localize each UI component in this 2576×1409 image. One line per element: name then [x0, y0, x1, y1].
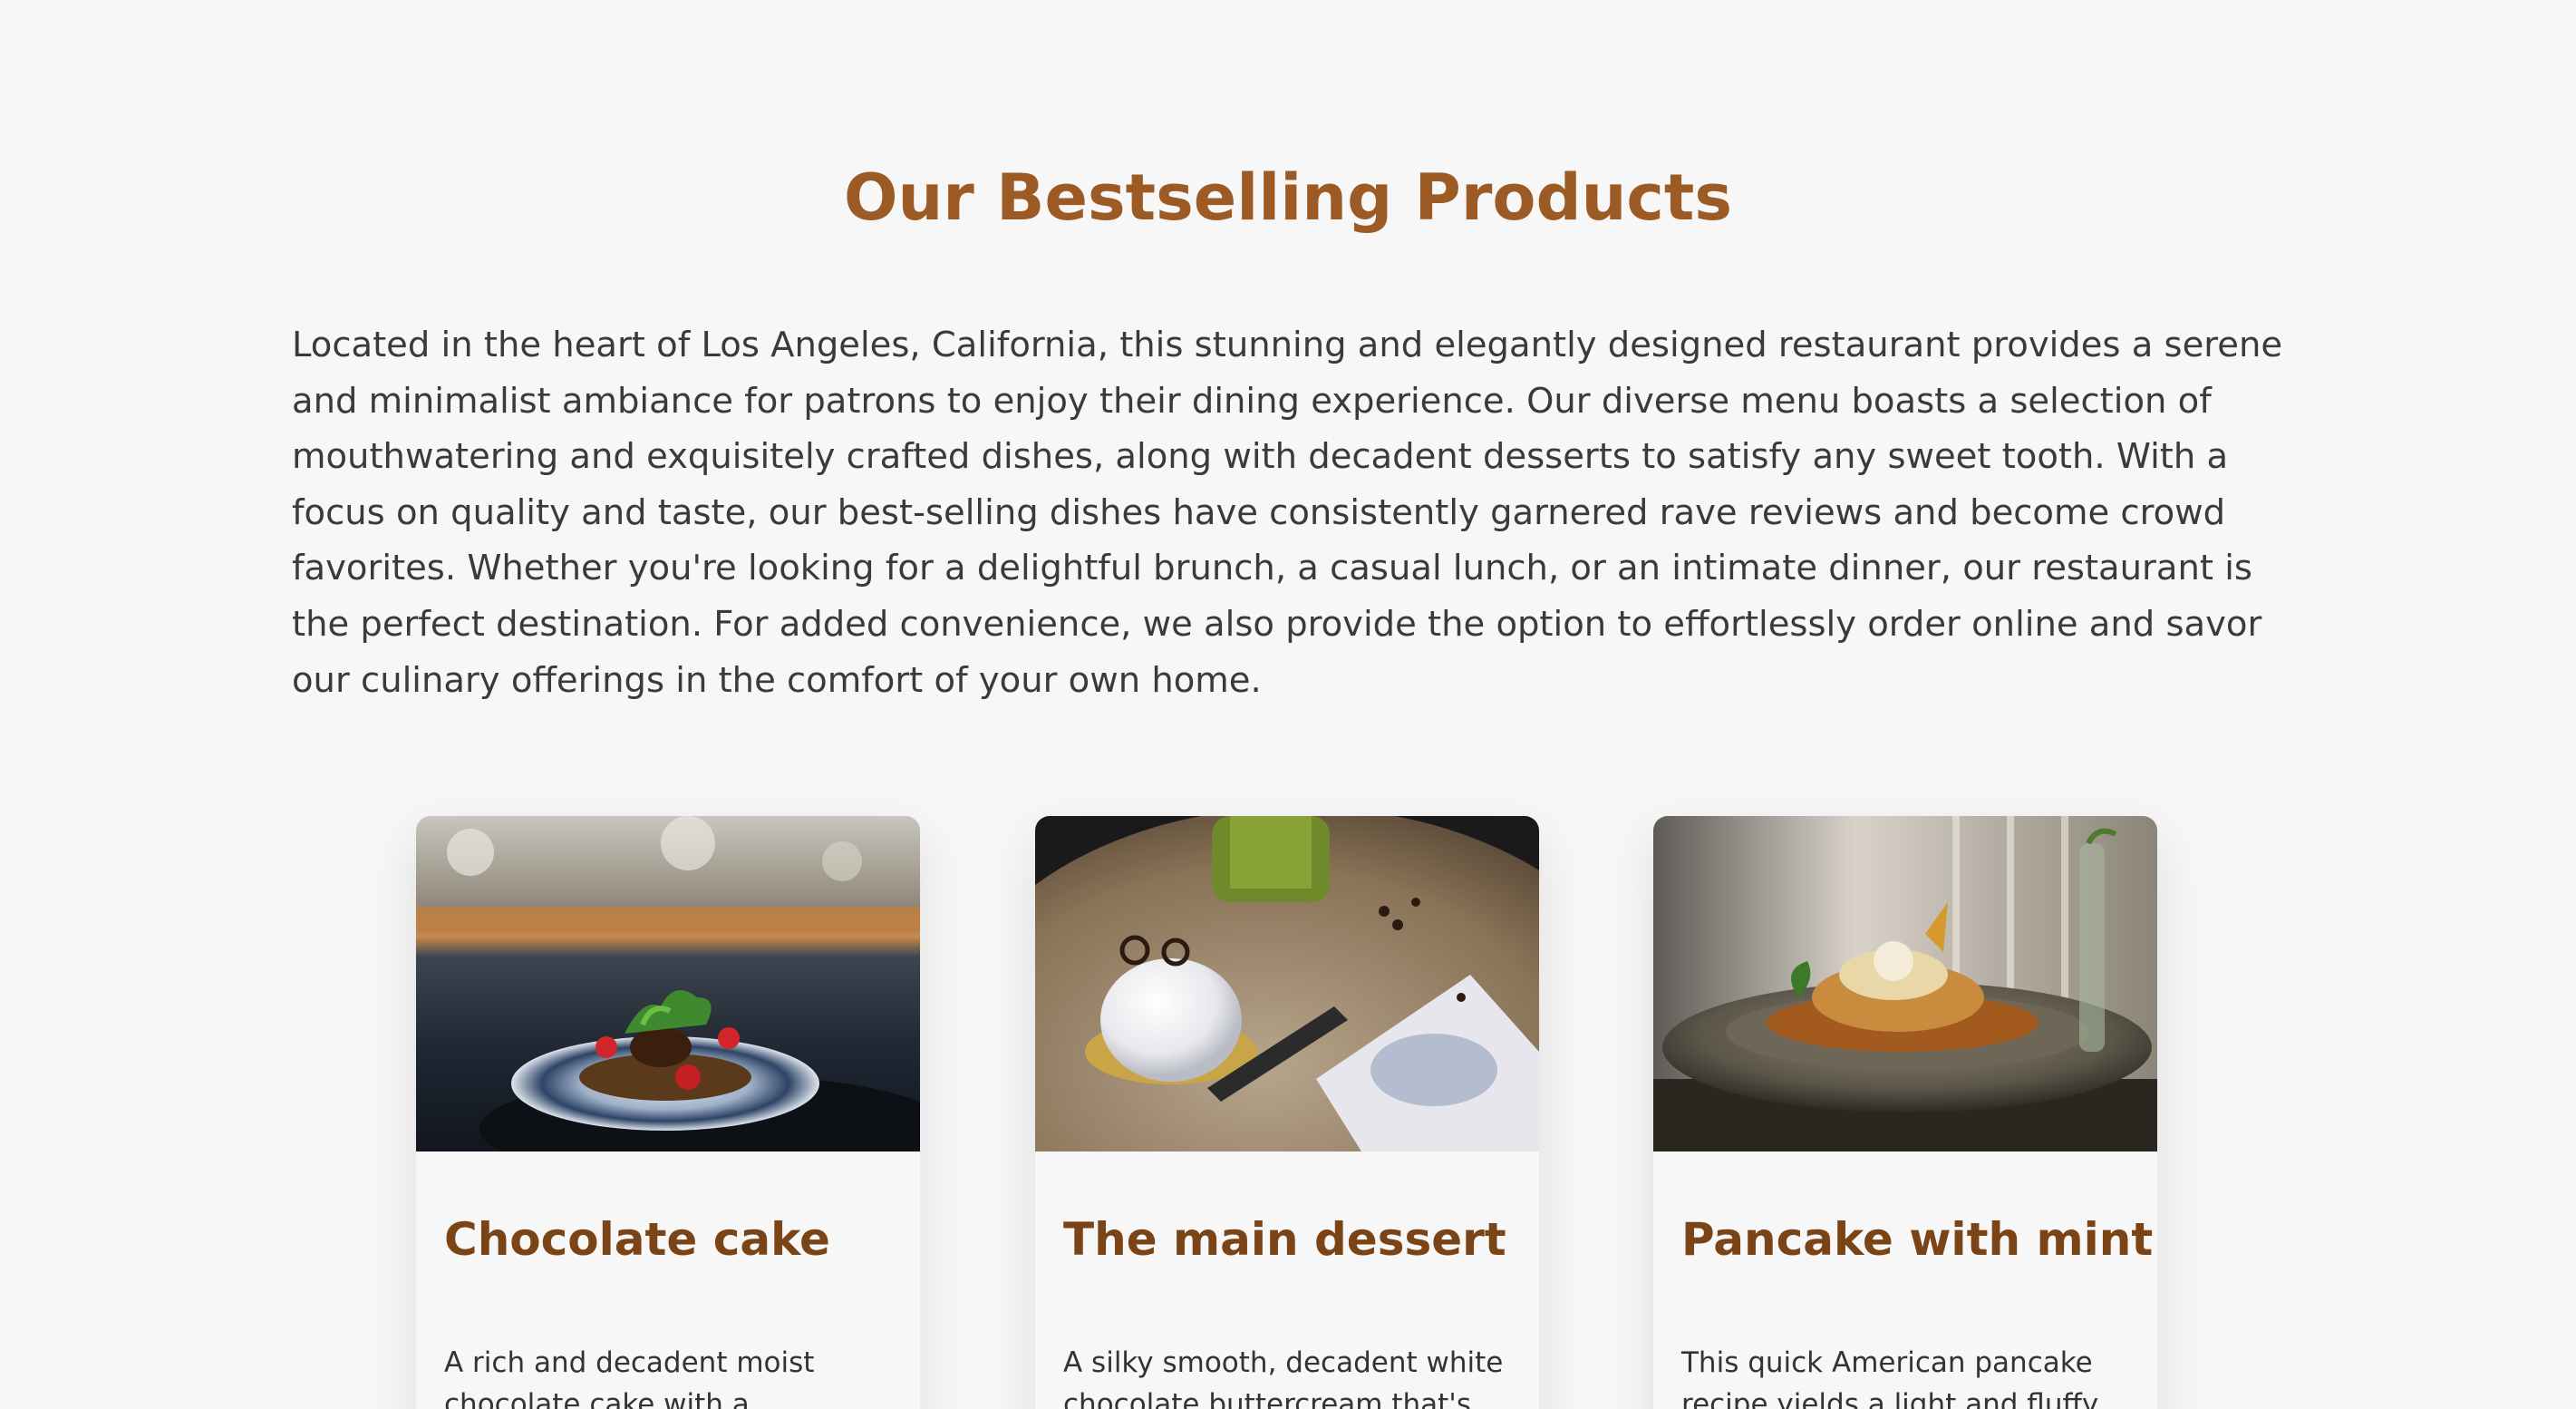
product-card-list: Chocolate cake A rich and decadent moist…	[0, 816, 2576, 1409]
product-description: This quick American pancake recipe yield…	[1681, 1346, 2099, 1409]
product-title[interactable]: Chocolate cake	[444, 1208, 906, 1271]
product-card[interactable]: Pancake with mint This quick American pa…	[1653, 816, 2157, 1409]
product-image[interactable]	[1035, 816, 1539, 1151]
product-card[interactable]: Chocolate cake A rich and decadent moist…	[416, 816, 920, 1409]
bestselling-products-section: Our Bestselling Products Located in the …	[0, 0, 2576, 1409]
product-title[interactable]: Pancake with mint	[1681, 1208, 2153, 1271]
product-description: A silky smooth, decadent white chocolate…	[1063, 1346, 1504, 1409]
product-title[interactable]: The main dessert	[1063, 1208, 1525, 1271]
product-image[interactable]	[416, 816, 920, 1151]
section-title: Our Bestselling Products	[843, 160, 1733, 235]
section-intro: Located in the heart of Los Angeles, Cal…	[292, 325, 2283, 701]
product-description: A rich and decadent moist chocolate cake…	[444, 1346, 815, 1409]
product-image[interactable]	[1653, 816, 2157, 1151]
product-card[interactable]: The main dessert A silky smooth, decaden…	[1035, 816, 1539, 1409]
